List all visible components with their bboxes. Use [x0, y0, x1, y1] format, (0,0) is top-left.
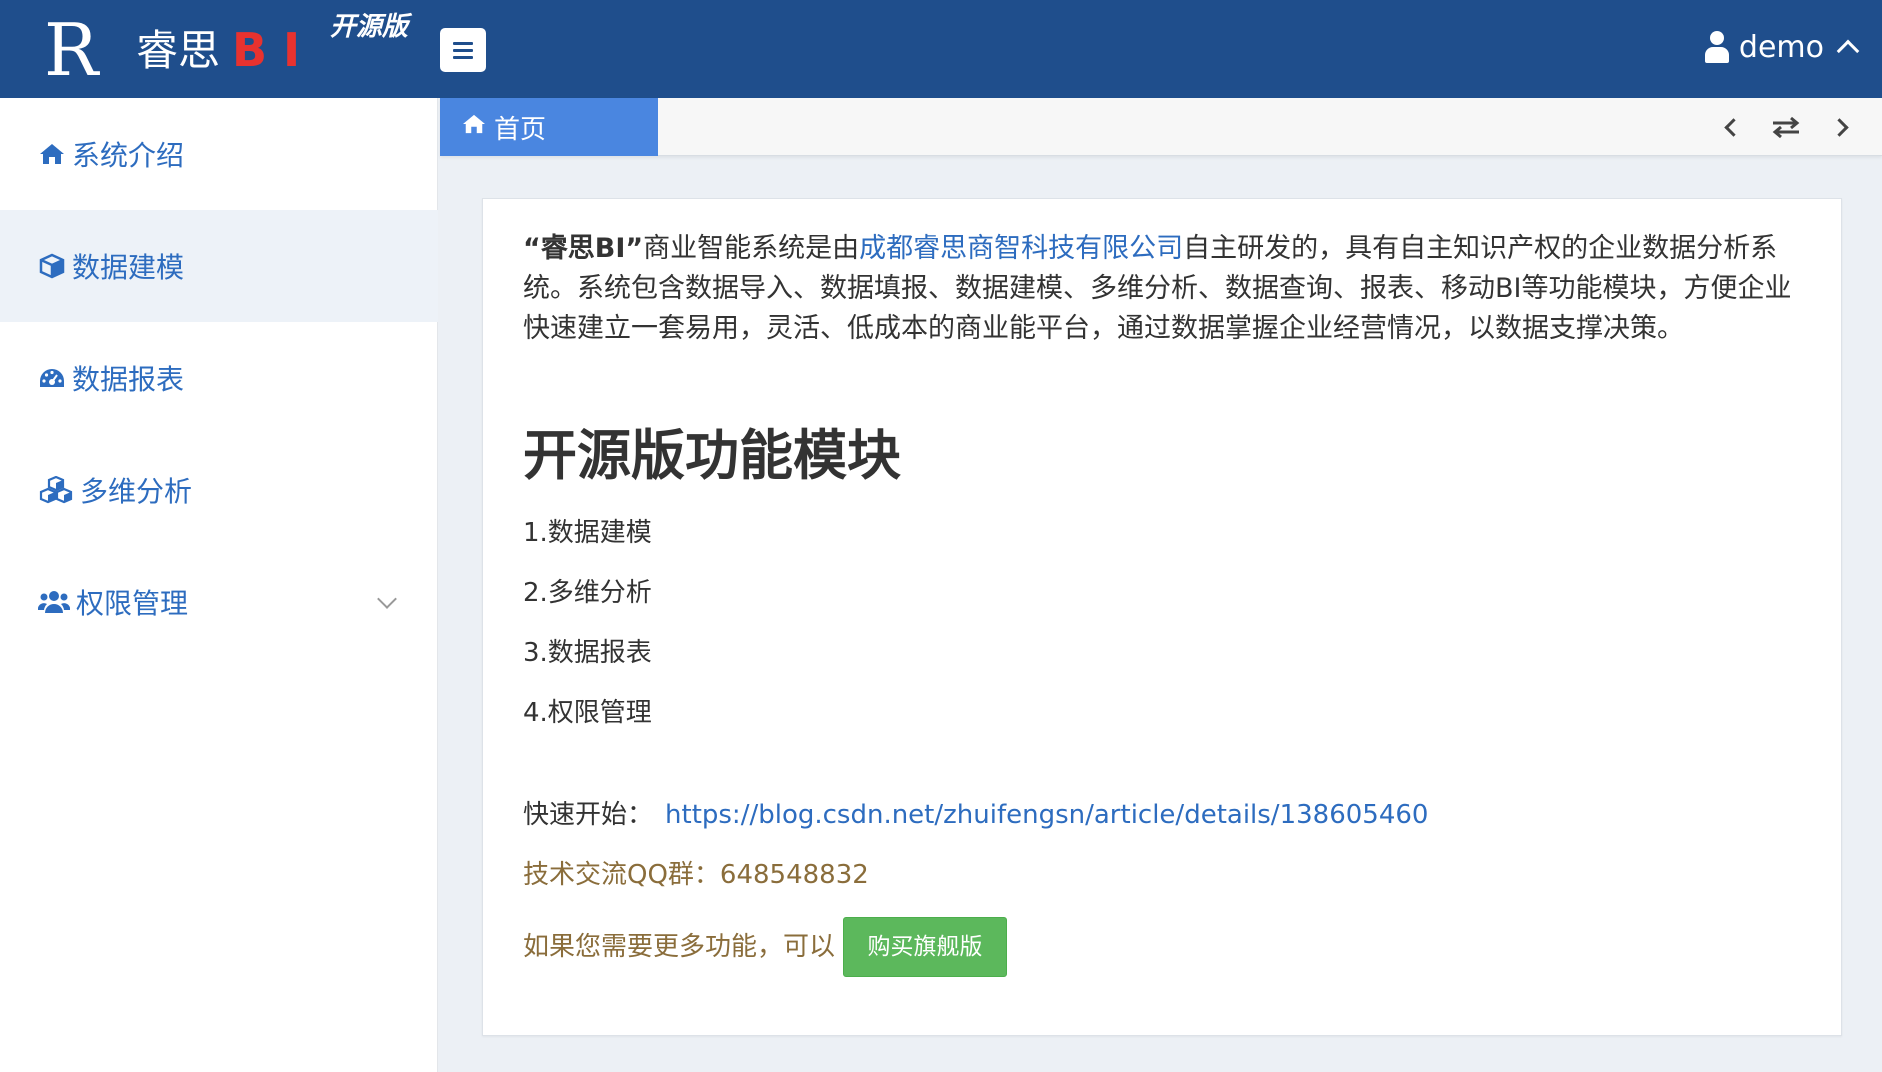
- sidebar-item-label: 多维分析: [80, 475, 193, 508]
- sidebar-item-system-intro[interactable]: 系统介绍: [0, 98, 438, 210]
- logo-bi: BI: [232, 23, 317, 77]
- intro-pre: 商业智能系统是由: [643, 233, 860, 264]
- sidebar-item-olap[interactable]: 多维分析: [0, 434, 438, 546]
- tab-switch-button[interactable]: [1770, 111, 1802, 143]
- section-title: 开源版功能模块: [523, 424, 901, 487]
- tab-bar: 首页: [440, 98, 1882, 156]
- quickstart: 快速开始： https://blog.csdn.net/zhuifengsn/ar…: [523, 797, 1428, 833]
- quickstart-link[interactable]: https://blog.csdn.net/zhuifengsn/article…: [665, 800, 1428, 830]
- sidebar-item-permissions[interactable]: 权限管理: [0, 546, 438, 658]
- edition-label: 开源版: [330, 12, 409, 42]
- sidebar-item-label: 数据建模: [72, 251, 185, 284]
- menu-icon: [453, 41, 473, 45]
- cube-icon: [38, 252, 66, 280]
- chevron-down-icon: [377, 589, 397, 609]
- user-menu[interactable]: demo: [1704, 24, 1860, 70]
- home-icon: [38, 140, 66, 168]
- sidebar-item-label: 权限管理: [76, 587, 189, 620]
- dashboard-icon: [38, 364, 66, 392]
- tab-controls: [1714, 110, 1858, 144]
- top-header: R 睿思 BI 开源版 demo: [0, 0, 1882, 98]
- intro-paragraph: “睿思BI”商业智能系统是由成都睿思商智科技有限公司自主研发的，具有自主知识产权…: [523, 229, 1793, 349]
- sidebar: 系统介绍 数据建模 数据报表 多维分析 权限管理: [0, 98, 438, 1072]
- home-icon: [462, 112, 486, 142]
- tab-home[interactable]: 首页: [440, 98, 658, 156]
- feature-item: 4.权限管理: [523, 698, 652, 728]
- sidebar-item-label: 数据报表: [72, 363, 185, 396]
- sidebar-item-data-reports[interactable]: 数据报表: [0, 322, 438, 434]
- tab-scroll-left-button[interactable]: [1714, 111, 1746, 143]
- upgrade-row: 如果您需要更多功能，可以 购买旗舰版: [523, 917, 1008, 977]
- qq-group: 技术交流QQ群：648548832: [523, 860, 869, 890]
- chevron-right-icon: [1829, 117, 1849, 137]
- intro-brand: “睿思BI”: [523, 233, 644, 264]
- logo-name: 睿思: [136, 26, 221, 75]
- user-icon: [1704, 31, 1729, 63]
- chevron-left-icon: [1723, 117, 1743, 137]
- chevron-up-icon: [1836, 39, 1860, 63]
- upgrade-text: 如果您需要更多功能，可以: [523, 932, 836, 962]
- sidebar-toggle-button[interactable]: [440, 28, 486, 72]
- logo-r-glyph: R: [44, 8, 99, 92]
- feature-item: 1.数据建模: [523, 518, 652, 548]
- users-icon: [38, 588, 70, 616]
- logo[interactable]: R 睿思 BI 开源版: [0, 0, 440, 98]
- buy-flagship-button[interactable]: 购买旗舰版: [843, 917, 1008, 977]
- quickstart-label: 快速开始：: [523, 800, 654, 830]
- user-name: demo: [1738, 29, 1824, 65]
- sidebar-item-data-modeling[interactable]: 数据建模: [0, 210, 438, 322]
- sidebar-item-label: 系统介绍: [72, 139, 185, 172]
- cubes-icon: [38, 476, 74, 504]
- feature-item: 3.数据报表: [523, 638, 652, 668]
- tab-label: 首页: [494, 114, 547, 145]
- company-link[interactable]: 成都睿思商智科技有限公司: [859, 233, 1183, 264]
- feature-item: 2.多维分析: [523, 578, 652, 608]
- exchange-icon: [1772, 116, 1800, 139]
- content-panel: “睿思BI”商业智能系统是由成都睿思商智科技有限公司自主研发的，具有自主知识产权…: [482, 198, 1842, 1036]
- tab-scroll-right-button[interactable]: [1826, 111, 1858, 143]
